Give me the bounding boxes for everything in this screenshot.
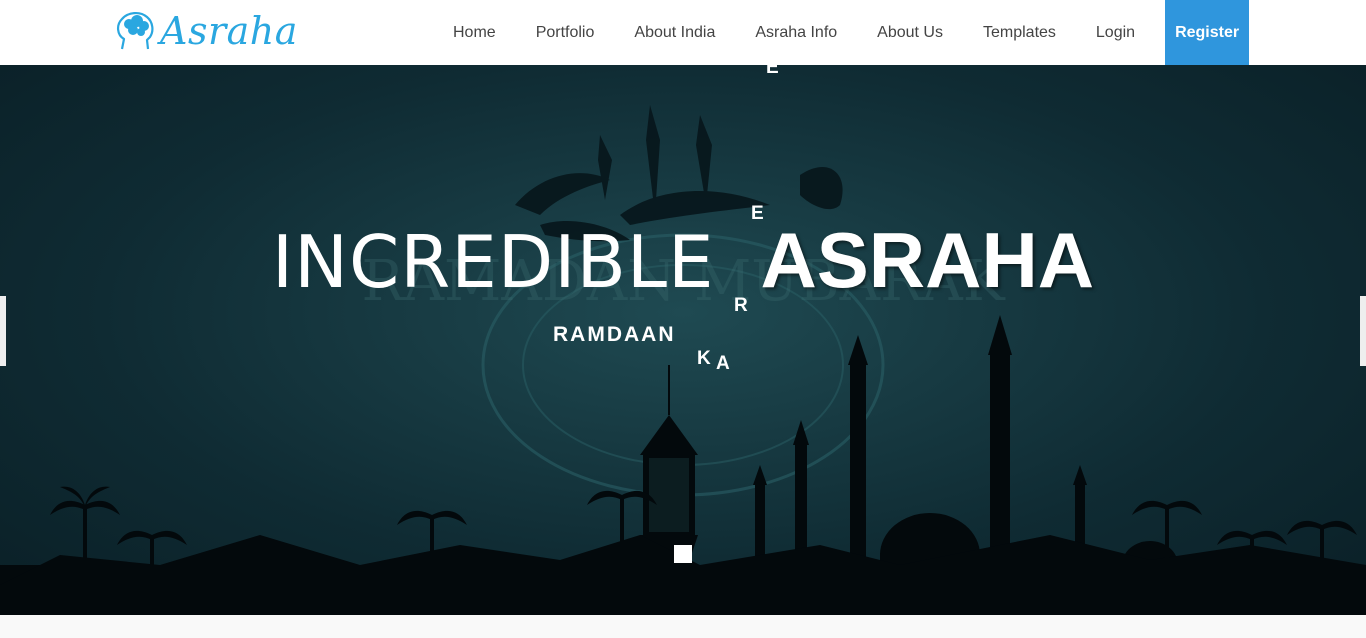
- nav-asraha-info[interactable]: Asraha Info: [735, 0, 857, 65]
- headline-light: INCREDIBLE: [271, 220, 715, 304]
- headline-bold: ASRAHA: [760, 216, 1095, 304]
- slider-next-arrow[interactable]: [1360, 296, 1366, 366]
- slider-dot-active[interactable]: [674, 545, 692, 563]
- nav-login[interactable]: Login: [1076, 0, 1155, 65]
- brand-name: Asraha: [160, 9, 298, 53]
- main-nav: Home Portfolio About India Asraha Info A…: [433, 0, 1250, 65]
- floating-letter: E: [751, 203, 764, 224]
- navbar: Asraha Home Portfolio About India Asraha…: [0, 0, 1366, 65]
- slider-prev-arrow[interactable]: [0, 296, 6, 366]
- register-button[interactable]: Register: [1165, 0, 1250, 65]
- floating-letter: E: [766, 65, 779, 78]
- floating-letter: A: [716, 353, 730, 374]
- nav-about-us[interactable]: About Us: [857, 0, 963, 65]
- hero-slider: RAMADAN MUBARAK INCREDIBLE ASRAHA RAMDAA…: [0, 65, 1366, 615]
- mosque-skyline-illustration: RAMADAN MUBARAK: [0, 105, 1366, 615]
- nav-portfolio[interactable]: Portfolio: [516, 0, 615, 65]
- hero-subword: RAMDAAN: [553, 323, 676, 346]
- brain-head-icon: [117, 12, 154, 50]
- nav-templates[interactable]: Templates: [963, 0, 1076, 65]
- nav-home[interactable]: Home: [433, 0, 516, 65]
- brand-logo[interactable]: Asraha: [114, 6, 298, 56]
- nav-about-india[interactable]: About India: [614, 0, 735, 65]
- floating-letter: K: [697, 348, 711, 369]
- floating-letter: R: [734, 295, 748, 316]
- hero-headline: INCREDIBLE ASRAHA: [0, 215, 1366, 306]
